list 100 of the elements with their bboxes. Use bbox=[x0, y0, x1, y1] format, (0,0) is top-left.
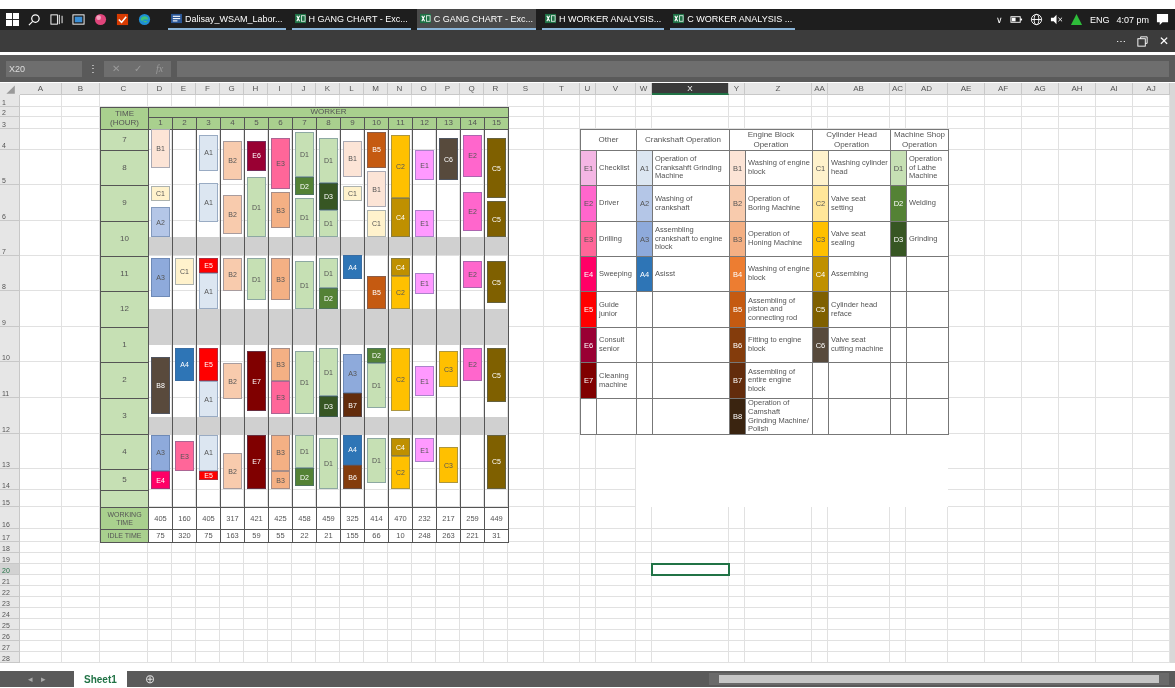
column-header[interactable]: AH bbox=[1059, 83, 1096, 95]
column-header[interactable]: AJ bbox=[1133, 83, 1170, 95]
column-header[interactable]: H bbox=[244, 83, 268, 95]
globe-icon[interactable] bbox=[1029, 13, 1043, 26]
break-band bbox=[413, 417, 436, 435]
column-header[interactable]: AC bbox=[890, 83, 906, 95]
spreadsheet-icon bbox=[419, 13, 431, 24]
column-header[interactable]: Y bbox=[729, 83, 745, 95]
break-band bbox=[437, 417, 460, 435]
battery-icon[interactable] bbox=[1009, 13, 1023, 26]
windows-icon[interactable] bbox=[6, 13, 19, 26]
column-header[interactable]: M bbox=[364, 83, 388, 95]
ball-icon[interactable] bbox=[94, 13, 107, 26]
taskbar-window-button[interactable]: C GANG CHART - Exc... bbox=[416, 9, 536, 30]
break-band bbox=[365, 309, 388, 345]
column-header[interactable]: E bbox=[172, 83, 196, 95]
column-header[interactable]: J bbox=[292, 83, 316, 95]
muted-speaker-icon[interactable] bbox=[1049, 13, 1063, 26]
column-header[interactable]: R bbox=[484, 83, 508, 95]
column-header[interactable]: AE bbox=[948, 83, 985, 95]
selected-cell[interactable] bbox=[651, 563, 730, 576]
more-options[interactable]: ⋯ bbox=[1116, 35, 1126, 47]
worker-number: 4 bbox=[220, 117, 245, 130]
spreadsheet-icon bbox=[294, 13, 306, 24]
column-header[interactable]: D bbox=[148, 83, 172, 95]
break-band bbox=[245, 417, 268, 435]
column-header[interactable]: AD bbox=[906, 83, 948, 95]
hour-label: 12 bbox=[100, 291, 149, 328]
break-band bbox=[173, 417, 196, 435]
notification-icon[interactable] bbox=[1156, 13, 1169, 26]
clock[interactable]: 4:07 pm bbox=[1116, 14, 1149, 25]
close-button[interactable]: ✕ bbox=[1159, 34, 1169, 48]
horizontal-scrollbar[interactable] bbox=[709, 673, 1169, 685]
break-band bbox=[389, 237, 412, 255]
column-header[interactable]: K bbox=[316, 83, 340, 95]
break-band bbox=[413, 237, 436, 255]
column-header[interactable]: Q bbox=[460, 83, 484, 95]
break-band bbox=[485, 237, 508, 255]
search-icon[interactable] bbox=[28, 13, 41, 26]
globe-icon[interactable] bbox=[138, 13, 151, 26]
break-band bbox=[221, 237, 244, 255]
worker-number: 6 bbox=[268, 117, 293, 130]
break-band bbox=[221, 417, 244, 435]
column-header[interactable]: G bbox=[220, 83, 244, 95]
sheet-tab[interactable]: Sheet1 bbox=[74, 671, 127, 687]
break-band bbox=[365, 237, 388, 255]
column-header[interactable]: I bbox=[268, 83, 292, 95]
break-band bbox=[317, 237, 340, 255]
break-band bbox=[485, 309, 508, 345]
column-header[interactable]: AB bbox=[828, 83, 890, 95]
hour-label: 10 bbox=[100, 221, 149, 257]
language-indicator[interactable]: ENG bbox=[1089, 14, 1110, 25]
worker-number: 11 bbox=[388, 117, 413, 130]
column-header[interactable]: W bbox=[636, 83, 652, 95]
legend-heading: Other bbox=[580, 129, 637, 151]
hour-label: 11 bbox=[100, 256, 149, 292]
column-header[interactable]: A bbox=[20, 83, 62, 95]
break-band bbox=[221, 309, 244, 345]
hour-label: 9 bbox=[100, 185, 149, 222]
break-band bbox=[341, 309, 364, 345]
column-header[interactable]: X bbox=[652, 83, 729, 95]
column-header[interactable]: O bbox=[412, 83, 436, 95]
vertical-scrollbar[interactable] bbox=[1170, 83, 1175, 663]
column-header[interactable]: U bbox=[580, 83, 596, 95]
hour-label: 2 bbox=[100, 362, 149, 399]
hour-label: 4 bbox=[100, 434, 149, 470]
break-band bbox=[365, 417, 388, 435]
column-header[interactable]: Z bbox=[745, 83, 812, 95]
column-header[interactable]: T bbox=[544, 83, 580, 95]
triangle-icon[interactable] bbox=[1069, 13, 1083, 26]
column-header[interactable]: L bbox=[340, 83, 364, 95]
break-band bbox=[317, 309, 340, 345]
column-header[interactable]: P bbox=[436, 83, 460, 95]
break-band bbox=[293, 417, 316, 435]
break-band bbox=[173, 237, 196, 255]
column-header[interactable]: AI bbox=[1096, 83, 1133, 95]
column-header[interactable]: N bbox=[388, 83, 412, 95]
column-header[interactable]: AG bbox=[1022, 83, 1059, 95]
chevron[interactable]: ∨ bbox=[995, 14, 1003, 25]
break-band bbox=[461, 417, 484, 435]
column-header[interactable]: C bbox=[100, 83, 148, 95]
worker-number: 8 bbox=[316, 117, 341, 130]
column-header[interactable]: B bbox=[62, 83, 100, 95]
task-view-icon[interactable] bbox=[50, 13, 63, 26]
checkbox-icon[interactable] bbox=[116, 13, 129, 26]
break-band bbox=[413, 309, 436, 345]
name-box[interactable]: X20 bbox=[6, 60, 82, 77]
column-header[interactable]: V bbox=[596, 83, 636, 95]
column-header[interactable]: AA bbox=[812, 83, 828, 95]
break-band bbox=[269, 237, 292, 255]
square-app-icon[interactable] bbox=[72, 13, 85, 26]
break-band bbox=[245, 237, 268, 255]
break-band bbox=[173, 309, 196, 345]
column-header[interactable]: F bbox=[196, 83, 220, 95]
add-sheet-button[interactable]: ⊕ bbox=[144, 672, 155, 686]
formula-menu[interactable]: ⋮ bbox=[88, 63, 98, 74]
column-header[interactable]: S bbox=[508, 83, 544, 95]
column-header[interactable]: AF bbox=[985, 83, 1022, 95]
restore-icon[interactable] bbox=[1136, 34, 1149, 48]
worker-number: 10 bbox=[364, 117, 389, 130]
